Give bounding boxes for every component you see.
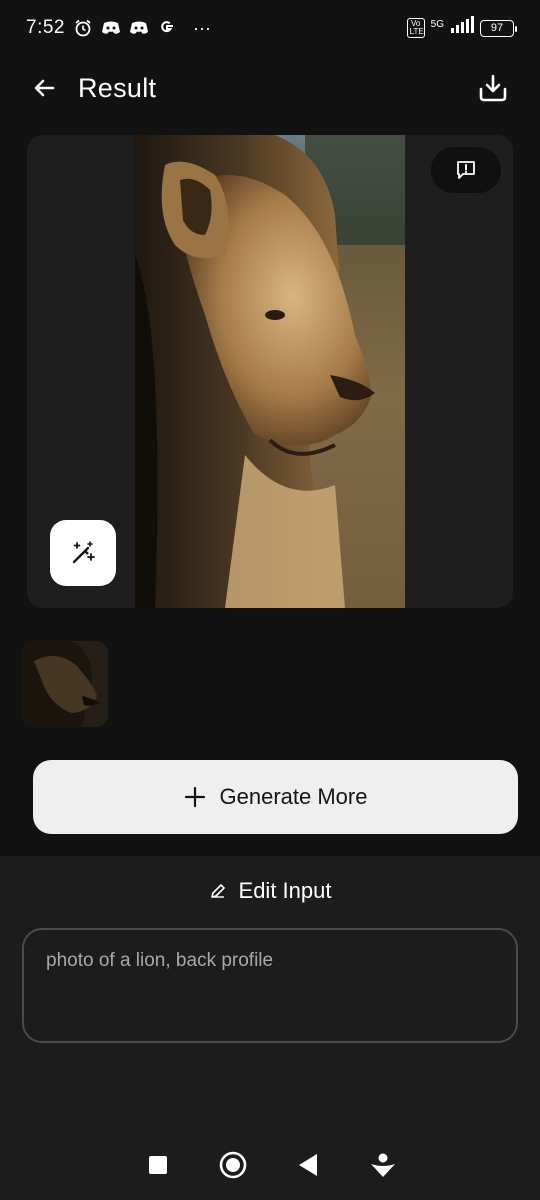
prompt-text: photo of a lion, back profile xyxy=(46,950,274,971)
edit-input-heading[interactable]: Edit Input xyxy=(0,878,540,904)
network-label: 5G xyxy=(430,18,444,30)
battery-level: 97 xyxy=(490,22,504,34)
back-button[interactable] xyxy=(30,74,58,102)
generate-more-button[interactable]: Generate More xyxy=(33,760,518,834)
volte-badge: Vo LTE xyxy=(406,18,425,38)
assistant-button[interactable] xyxy=(363,1145,403,1185)
recents-icon xyxy=(148,1156,167,1174)
system-navbar xyxy=(0,1130,540,1200)
report-icon xyxy=(457,161,475,179)
generate-more-label: Generate More xyxy=(219,784,368,809)
header: Result xyxy=(0,58,540,118)
result-image-card xyxy=(27,135,513,608)
alarm-icon xyxy=(73,18,93,38)
overflow-dots: ··· xyxy=(192,17,211,38)
arrow-left-icon xyxy=(34,79,55,97)
download-icon xyxy=(479,74,507,102)
status-right: Vo LTE 5G 97 xyxy=(406,16,517,40)
result-image[interactable] xyxy=(135,135,405,608)
home-icon xyxy=(219,1151,246,1179)
status-time: 7:52 xyxy=(26,17,65,38)
magic-wand-icon xyxy=(72,541,95,564)
battery-icon: 97 xyxy=(480,19,517,37)
nav-back-button[interactable] xyxy=(288,1145,328,1185)
edit-input-label: Edit Input xyxy=(238,878,332,903)
edit-input-panel: Edit Input photo of a lion, back profile xyxy=(0,856,540,1200)
lion-thumbnail xyxy=(22,641,108,727)
google-icon xyxy=(157,18,177,38)
thumbnail-item[interactable] xyxy=(22,641,108,727)
download-button[interactable] xyxy=(476,71,510,105)
home-button[interactable] xyxy=(213,1145,253,1185)
discord-icon xyxy=(101,18,121,38)
signal-icon xyxy=(450,16,474,40)
status-bar: 7:52 ··· Vo LTE 5G 97 xyxy=(0,0,540,56)
status-left: 7:52 ··· xyxy=(26,17,211,39)
discord-icon xyxy=(129,18,149,38)
prompt-input[interactable]: photo of a lion, back profile xyxy=(22,928,518,1043)
magic-edit-button[interactable] xyxy=(50,520,116,586)
lion-image xyxy=(135,135,405,608)
recents-button[interactable] xyxy=(138,1145,178,1185)
report-button[interactable] xyxy=(431,147,501,193)
plus-icon xyxy=(184,786,205,808)
pencil-icon xyxy=(210,884,225,898)
back-icon xyxy=(298,1154,317,1176)
page-title: Result xyxy=(78,72,157,103)
assistant-icon xyxy=(370,1153,395,1177)
